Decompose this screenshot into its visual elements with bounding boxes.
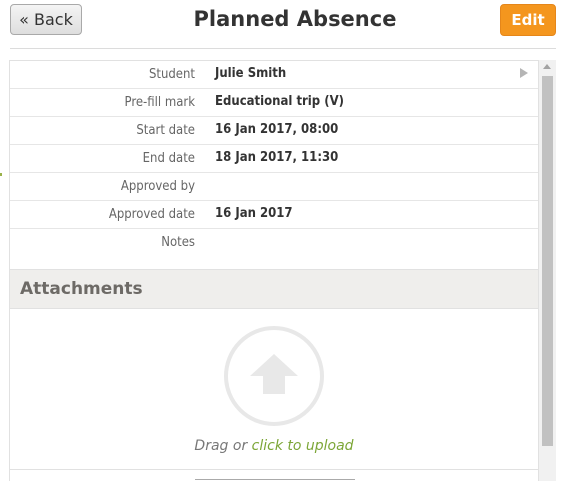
absence-details-panel: Student Julie Smith Pre-fill mark Educat…: [9, 60, 539, 481]
detail-label: Approved by: [120, 179, 195, 194]
detail-label: Notes: [161, 235, 195, 250]
detail-row-notes: Notes: [10, 229, 538, 257]
edge-marker: [0, 173, 2, 176]
detail-row-prefill-mark: Pre-fill mark Educational trip (V): [10, 89, 538, 117]
detail-row-start-date: Start date 16 Jan 2017, 08:00: [10, 117, 538, 145]
chevron-right-icon[interactable]: [520, 68, 528, 78]
detail-value: Educational trip (V): [215, 94, 344, 109]
vertical-scrollbar[interactable]: [539, 60, 556, 481]
detail-value: Julie Smith: [215, 66, 287, 81]
detail-label: Start date: [136, 123, 195, 138]
attachments-heading: Attachments: [20, 279, 143, 299]
detail-row-student[interactable]: Student Julie Smith: [10, 61, 538, 89]
detail-value: 16 Jan 2017: [215, 206, 293, 221]
detail-row-approved-by: Approved by: [10, 173, 538, 201]
header-bar: « Back Planned Absence Edit: [0, 0, 561, 48]
detail-label: Student: [148, 67, 195, 82]
detail-label: Pre-fill mark: [124, 95, 195, 110]
upload-arrow-icon: [250, 354, 298, 394]
attachments-header: Attachments: [10, 269, 538, 309]
detail-label: Approved date: [108, 207, 195, 222]
drag-text: Drag or: [194, 438, 252, 454]
scroll-thumb[interactable]: [542, 76, 553, 446]
header-divider: [10, 48, 556, 49]
page-title: Planned Absence: [193, 7, 397, 31]
upload-instructions: Drag or click to upload: [10, 438, 538, 454]
upload-dropzone[interactable]: [224, 326, 324, 426]
detail-row-approved-date: Approved date 16 Jan 2017: [10, 201, 538, 229]
section-divider: [10, 469, 538, 470]
detail-label: End date: [142, 151, 195, 166]
edit-button[interactable]: Edit: [500, 4, 556, 36]
scroll-up-icon[interactable]: [543, 64, 551, 69]
detail-row-end-date: End date 18 Jan 2017, 11:30: [10, 145, 538, 173]
upload-link[interactable]: click to upload: [252, 438, 354, 454]
back-button[interactable]: « Back: [10, 4, 82, 35]
detail-value: 16 Jan 2017, 08:00: [215, 122, 339, 137]
detail-value: 18 Jan 2017, 11:30: [215, 150, 339, 165]
